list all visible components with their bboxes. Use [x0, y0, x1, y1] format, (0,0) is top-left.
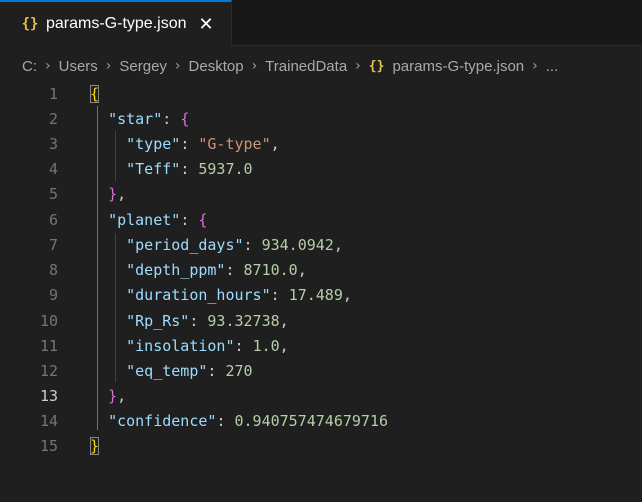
tab-bar: {} params-G-type.json ✕: [0, 0, 642, 46]
breadcrumb-item-file[interactable]: params-G-type.json: [392, 58, 524, 75]
code-line: 4 "Teff": 5937.0: [0, 156, 642, 181]
line-number: 7: [48, 235, 58, 254]
line-number: 11: [39, 336, 58, 355]
json-file-icon: {}: [21, 16, 39, 32]
editor-tab[interactable]: {} params-G-type.json ✕: [0, 0, 232, 46]
close-icon[interactable]: ✕: [199, 14, 214, 35]
chevron-right-icon: ›: [105, 58, 112, 74]
line-number: 5: [48, 184, 58, 203]
line-number: 12: [39, 361, 58, 380]
line-number: 2: [48, 109, 58, 128]
json-file-icon: {}: [368, 58, 385, 74]
code-line: 1 {: [0, 81, 642, 106]
breadcrumb: C: › Users › Sergey › Desktop › TrainedD…: [0, 46, 642, 86]
breadcrumb-item-drive[interactable]: C:: [22, 58, 37, 75]
line-number: 4: [48, 159, 58, 178]
code-line: 3 "type": "G-type",: [0, 131, 642, 156]
code-line: 7 "period_days": 934.0942,: [0, 232, 642, 257]
chevron-right-icon: ›: [251, 58, 258, 74]
chevron-right-icon: ›: [355, 58, 361, 74]
chevron-right-icon: ›: [532, 58, 538, 74]
code-line-active: 13 },: [0, 383, 642, 408]
chevron-right-icon: ›: [45, 58, 51, 74]
code-line: 10 "Rp_Rs": 93.32738,: [0, 308, 642, 333]
line-number: 8: [48, 260, 58, 279]
line-number: 6: [48, 210, 58, 229]
breadcrumb-item-traineddata[interactable]: TrainedData: [265, 58, 347, 75]
code-line: 6 "planet": {: [0, 207, 642, 232]
breadcrumb-item-users[interactable]: Users: [59, 58, 98, 75]
code-line: 14 "confidence": 0.940757474679716: [0, 408, 642, 433]
code-line: 11 "insolation": 1.0,: [0, 333, 642, 358]
chevron-right-icon: ›: [174, 58, 181, 74]
code-line: 2 "star": {: [0, 106, 642, 131]
code-line: 8 "depth_ppm": 8710.0,: [0, 257, 642, 282]
line-number: 15: [39, 436, 58, 455]
line-number: 10: [39, 311, 58, 330]
line-number: 3: [48, 134, 58, 153]
code-line: 9 "duration_hours": 17.489,: [0, 282, 642, 307]
line-number: 1: [48, 84, 58, 103]
code-line: 15 }: [0, 433, 642, 458]
code-line: 12 "eq_temp": 270: [0, 358, 642, 383]
line-number: 9: [48, 285, 58, 304]
code-editor[interactable]: 1 { 2 "star": { 3 "type": "G-type", 4 "T…: [0, 84, 642, 502]
line-number: 13: [39, 386, 58, 405]
breadcrumb-item-desktop[interactable]: Desktop: [189, 58, 244, 75]
tab-label: params-G-type.json: [46, 15, 187, 32]
breadcrumb-item-sergey[interactable]: Sergey: [119, 58, 167, 75]
breadcrumb-ellipsis[interactable]: ...: [546, 58, 559, 75]
code-line: 5 },: [0, 181, 642, 206]
line-number: 14: [39, 411, 58, 430]
